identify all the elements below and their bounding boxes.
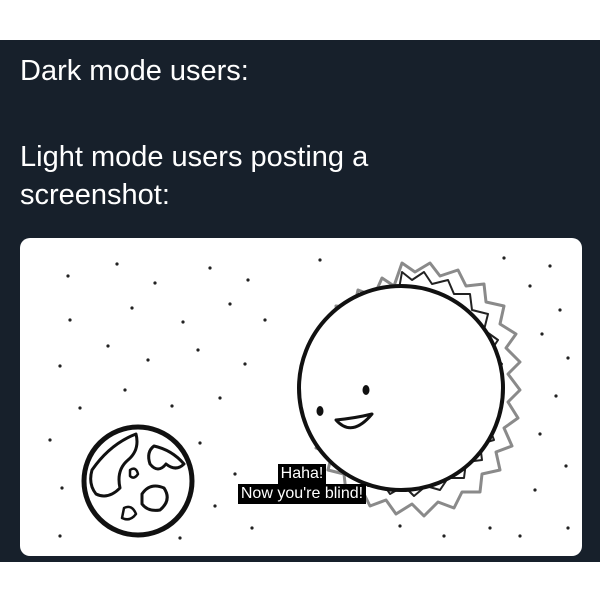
subtitle: Haha! Now you're blind! [222,464,382,504]
sun [297,284,505,492]
caption-line-2: Light mode users posting a [20,141,369,173]
subtitle-line-1: Haha! [277,464,327,484]
earth [81,424,195,538]
meme-image[interactable]: Haha! Now you're blind! [20,238,582,556]
comic-illustration [48,256,570,540]
subtitle-line-2: Now you're blind! [237,484,367,504]
caption-line-3: screenshot: [20,179,170,211]
caption-line-1: Dark mode users: [20,55,249,87]
